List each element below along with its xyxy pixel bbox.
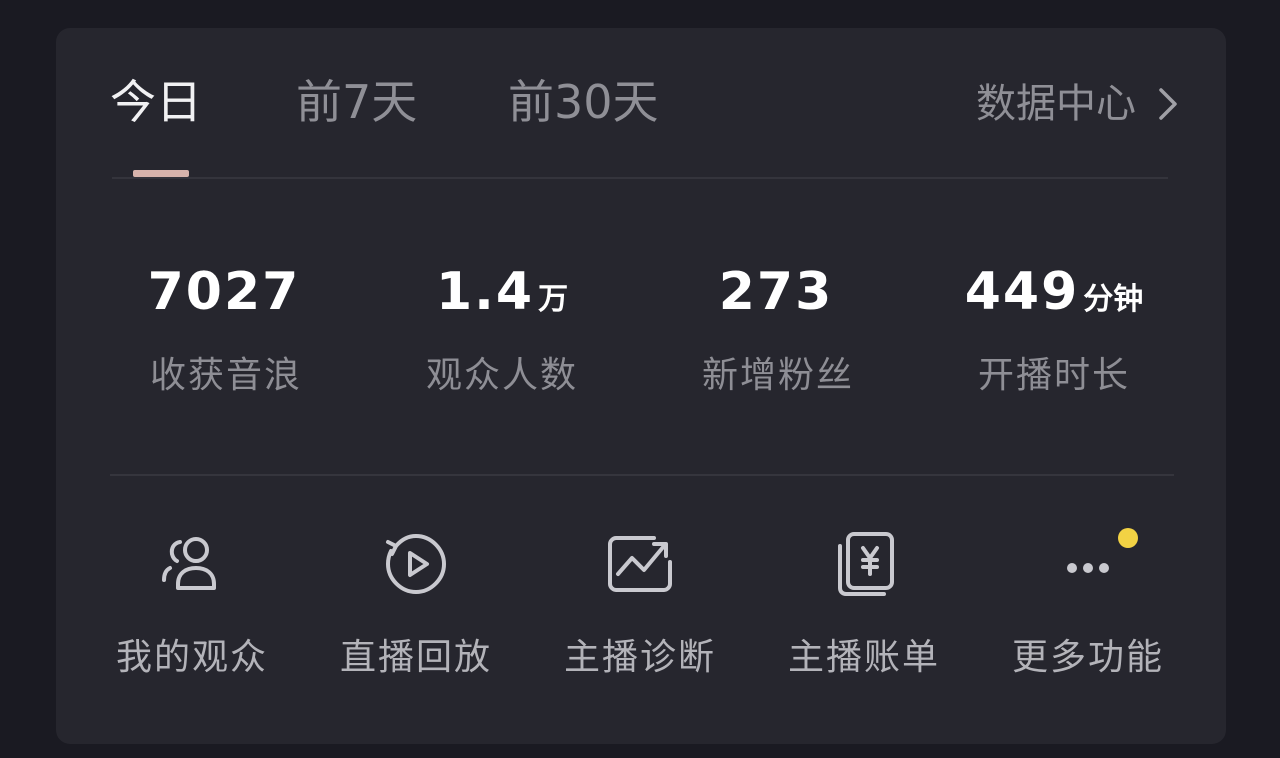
tab-last-30-days[interactable]: 前30天 (508, 74, 659, 130)
replay-icon (386, 534, 446, 594)
data-center-link[interactable]: 数据中心 (976, 76, 1178, 132)
stat-label: 开播时长 (977, 355, 1130, 396)
live-data-card: 今日 前7天 前30天 数据中心 7027 收获音浪 1.4 万 观众人数 273… (56, 28, 1226, 744)
notification-dot (1118, 528, 1138, 548)
tab-today[interactable]: 今日 (110, 74, 202, 130)
audience-icon (162, 537, 216, 590)
stat-label: 收获音浪 (149, 355, 302, 396)
action-label: 主播诊断 (563, 637, 716, 678)
stat-label: 新增粉丝 (701, 355, 854, 396)
stat-value: 273 (718, 262, 834, 322)
actions-row: 我的观众 直播回放 主播诊断 主播账单 更多功能 (56, 528, 1226, 698)
stat-live-duration[interactable]: 449 分钟 开播时长 (924, 260, 1184, 398)
more-functions-button[interactable]: 更多功能 (988, 528, 1188, 688)
tab-last-7-days[interactable]: 前7天 (296, 74, 417, 130)
stat-label: 观众人数 (425, 355, 578, 396)
diagnosis-icon (608, 536, 672, 592)
stat-value: 1.4 万 (435, 262, 569, 322)
period-tabs: 今日 前7天 前30天 数据中心 (56, 28, 1226, 180)
tabs-divider (112, 177, 1168, 179)
live-replay-button[interactable]: 直播回放 (316, 528, 516, 688)
host-diagnosis-button[interactable]: 主播诊断 (540, 528, 740, 688)
stat-new-followers[interactable]: 273 新增粉丝 (648, 260, 908, 398)
action-label: 直播回放 (339, 637, 492, 678)
stat-value: 449 分钟 (964, 262, 1144, 322)
data-center-label: 数据中心 (976, 81, 1136, 127)
active-tab-indicator (133, 170, 189, 177)
action-label: 更多功能 (1011, 637, 1164, 678)
host-bill-button[interactable]: 主播账单 (764, 528, 964, 688)
chevron-right-icon (1158, 87, 1178, 121)
stats-row: 7027 收获音浪 1.4 万 观众人数 273 新增粉丝 449 分钟 开播时长 (56, 260, 1226, 410)
stat-value: 7027 (147, 262, 301, 322)
stats-divider (110, 474, 1174, 476)
more-icon (1067, 563, 1109, 573)
action-label: 主播账单 (787, 637, 940, 678)
my-audience-button[interactable]: 我的观众 (92, 528, 292, 688)
stat-gifts[interactable]: 7027 收获音浪 (96, 260, 356, 398)
stat-viewers[interactable]: 1.4 万 观众人数 (372, 260, 632, 398)
action-label: 我的观众 (115, 637, 268, 678)
bill-icon (838, 532, 894, 596)
